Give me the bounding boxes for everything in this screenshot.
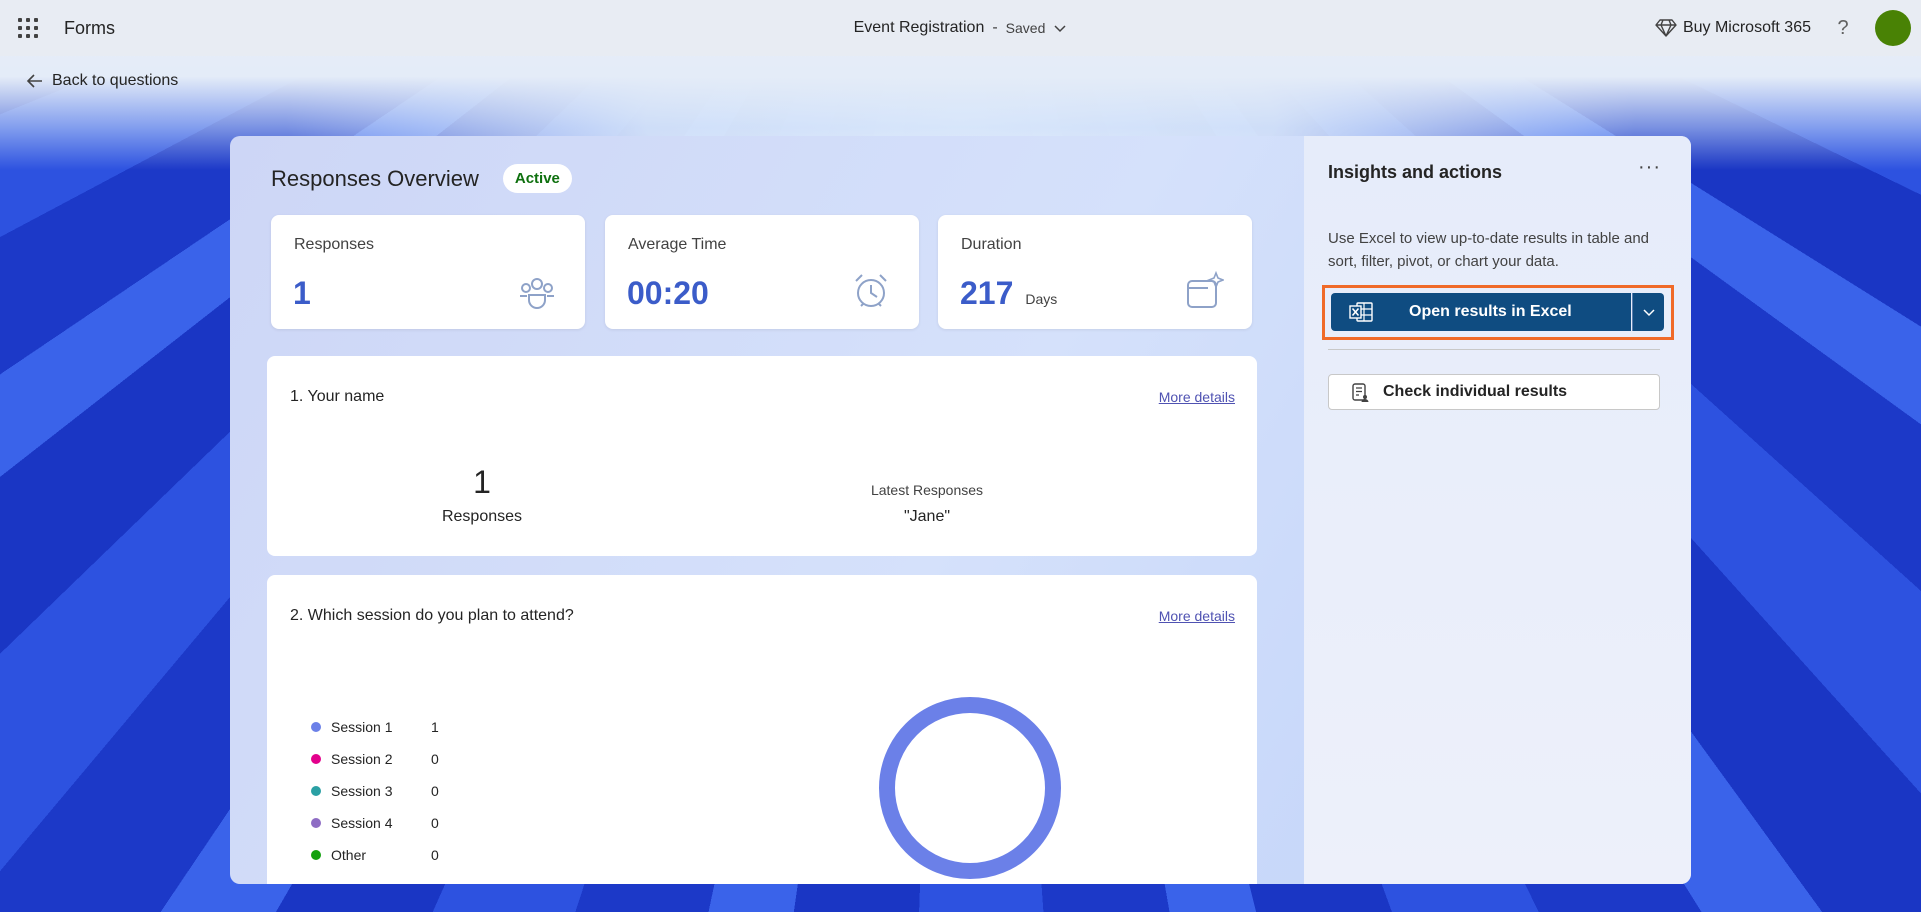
app-launcher-button[interactable]	[0, 0, 56, 56]
document-title: Event Registration	[853, 19, 985, 36]
back-label: Back to questions	[52, 72, 179, 89]
diamond-icon	[1655, 19, 1677, 37]
legend-label: Session 4	[331, 815, 393, 831]
chart-legend: Session 1 1 Session 2 0 Session 3 0 Sess…	[311, 711, 439, 871]
waffle-icon	[18, 18, 38, 38]
stat-value: 00:20	[627, 275, 709, 311]
title-separator: -	[992, 19, 998, 36]
app-name[interactable]: Forms	[64, 18, 115, 39]
stat-label: Duration	[961, 236, 1022, 253]
check-individual-results-button[interactable]: Check individual results	[1328, 374, 1660, 410]
question-title: 1. Your name	[290, 388, 385, 405]
legend-dot	[311, 722, 321, 732]
more-options-button[interactable]: ···	[1638, 156, 1661, 179]
donut-chart	[879, 697, 1061, 879]
legend-label: Session 3	[331, 783, 393, 799]
stat-label: Responses	[294, 236, 375, 253]
excel-highlight-frame: Open results in Excel	[1322, 285, 1674, 340]
insights-panel: Insights and actions ··· Use Excel to vi…	[1304, 136, 1691, 884]
legend-item: Session 2 0	[311, 743, 439, 775]
back-to-questions-link[interactable]: Back to questions	[26, 72, 178, 90]
excel-icon	[1349, 302, 1373, 322]
legend-dot	[311, 754, 321, 764]
question-card-session: 2. Which session do you plan to attend? …	[267, 575, 1257, 884]
results-panel: Responses Overview Active Responses 1 Av…	[230, 136, 1691, 884]
check-individual-results-label: Check individual results	[1383, 383, 1568, 400]
legend-item: Session 1 1	[311, 711, 439, 743]
latest-responses-label: Latest Responses	[870, 482, 984, 498]
legend-dot	[311, 818, 321, 828]
buy-label: Buy Microsoft 365	[1682, 19, 1811, 36]
document-title-button[interactable]: Event Registration - Saved	[854, 19, 1068, 37]
alarm-clock-icon	[855, 274, 887, 307]
question-title: 2. Which session do you plan to attend?	[290, 607, 574, 624]
legend-count: 0	[431, 783, 439, 799]
calendar-sparkle-icon	[1187, 271, 1224, 308]
more-details-link[interactable]: More details	[1159, 389, 1235, 405]
stat-value: 1	[293, 275, 311, 311]
legend-count: 0	[431, 751, 439, 767]
legend-label: Other	[331, 847, 367, 863]
duration-unit: Days	[1025, 291, 1058, 307]
response-count: 1	[473, 464, 491, 500]
duration-value: 217	[960, 275, 1014, 311]
legend-label: Session 1	[331, 719, 393, 735]
overview-header: Responses Overview Active	[271, 164, 572, 193]
insights-description: Use Excel to view up-to-date results in …	[1328, 230, 1649, 270]
arrow-left-icon	[26, 74, 42, 88]
open-in-excel-button[interactable]: Open results in Excel	[1331, 293, 1631, 331]
divider	[1328, 349, 1660, 350]
legend-item: Session 4 0	[311, 807, 439, 839]
stat-label: Average Time	[628, 236, 727, 253]
excel-options-dropdown[interactable]	[1632, 293, 1664, 331]
people-icon	[520, 278, 554, 309]
save-status: Saved	[1005, 20, 1046, 36]
legend-dot	[311, 850, 321, 860]
chevron-down-icon	[1054, 25, 1066, 33]
responses-section: Responses Overview Active Responses 1 Av…	[230, 136, 1304, 884]
legend-item: Session 3 0	[311, 775, 439, 807]
status-badge: Active	[502, 164, 572, 193]
legend-count: 0	[431, 815, 439, 831]
donut-slice-session-1[interactable]	[879, 697, 1061, 879]
buy-microsoft-365-button[interactable]: Buy Microsoft 365	[1655, 18, 1811, 38]
legend-item: Other 0	[311, 839, 439, 871]
legend-label: Session 2	[331, 751, 393, 767]
legend-dot	[311, 786, 321, 796]
more-details-link[interactable]: More details	[1159, 608, 1235, 624]
legend-count: 1	[431, 719, 439, 735]
avatar[interactable]	[1875, 10, 1911, 46]
page-title: Responses Overview	[271, 165, 479, 191]
top-bar-actions: Buy Microsoft 365 ?	[1655, 10, 1911, 46]
duration-stat-card: Duration 217 Days	[938, 215, 1252, 329]
legend-count: 0	[431, 847, 439, 863]
help-button[interactable]: ?	[1829, 17, 1857, 40]
insights-title: Insights and actions	[1328, 162, 1503, 182]
open-in-excel-label: Open results in Excel	[1409, 303, 1572, 320]
responses-stat-card: Responses 1	[271, 215, 585, 329]
latest-response-value: "Jane"	[903, 508, 951, 525]
clipboard-person-icon	[1352, 383, 1369, 402]
question-card-your-name: 1. Your name More details 1 Responses La…	[267, 356, 1257, 556]
response-count-label: Responses	[441, 508, 523, 525]
stat-value: 217 Days	[960, 275, 1057, 312]
average-time-stat-card: Average Time 00:20	[605, 215, 919, 329]
chevron-down-icon	[1642, 309, 1655, 317]
